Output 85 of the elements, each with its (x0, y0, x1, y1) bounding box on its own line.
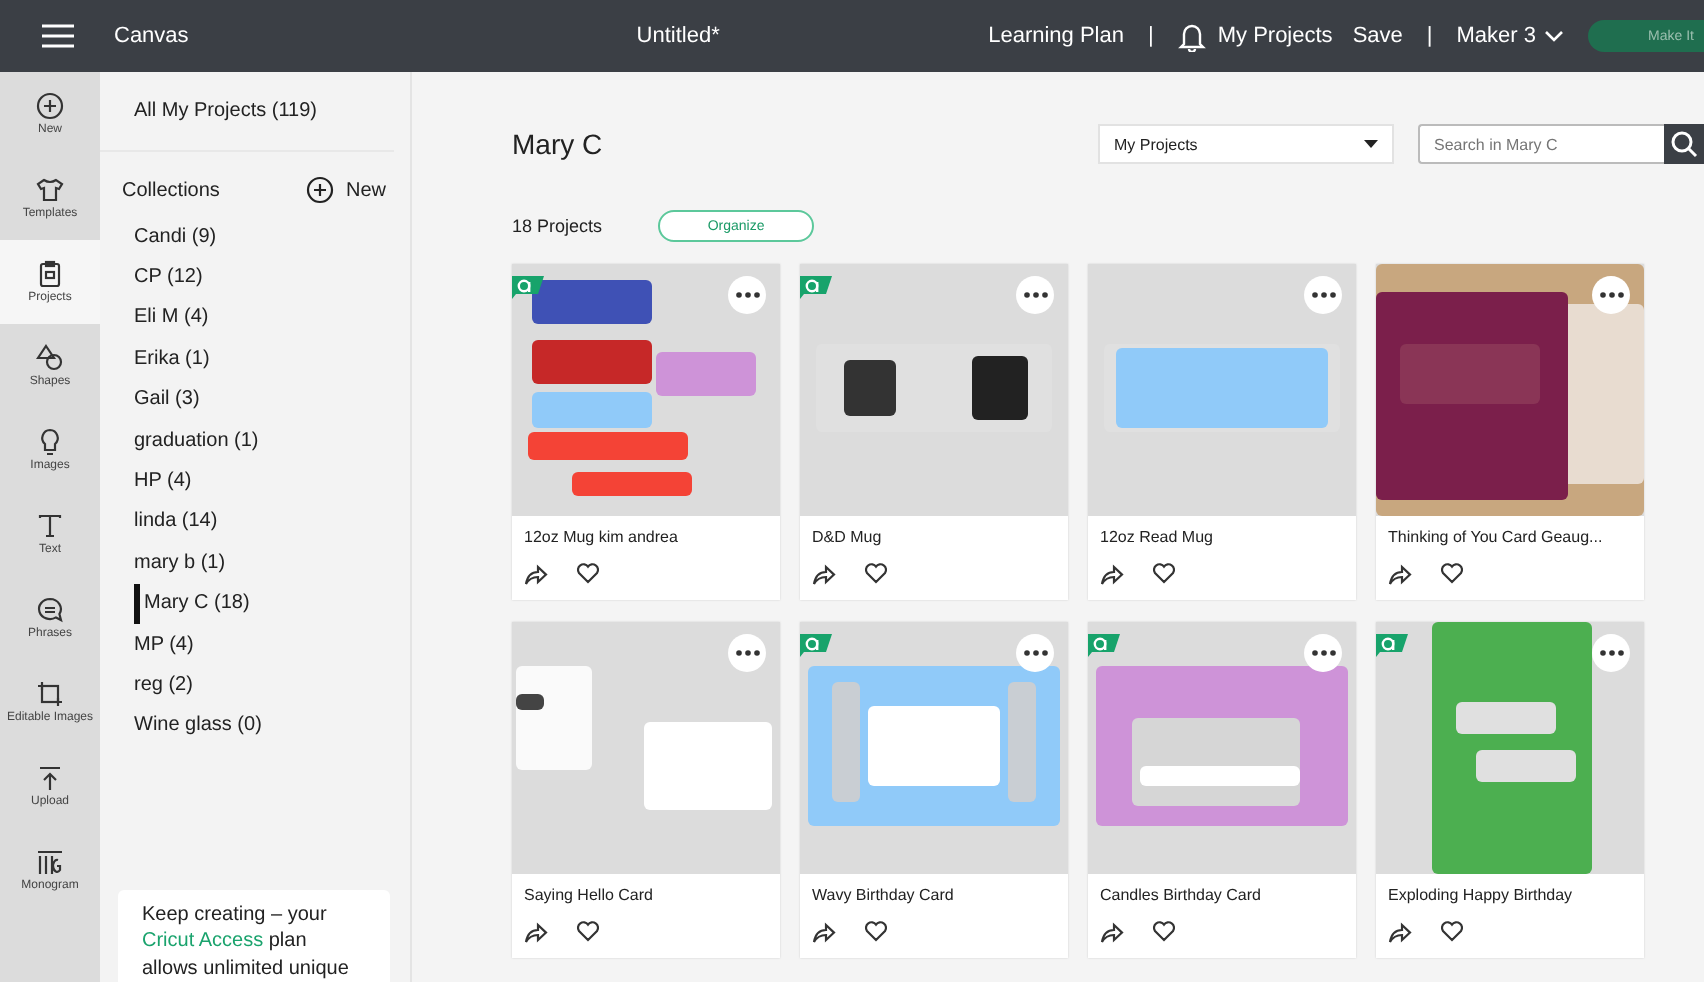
project-card[interactable]: Thinking of You Card Geaug... (1376, 264, 1644, 600)
plus-icon (36, 91, 64, 119)
text-icon (36, 511, 64, 539)
ellipsis-icon (1311, 650, 1335, 656)
all-projects-link[interactable]: All My Projects (119) (100, 72, 394, 152)
shapes-icon (36, 343, 64, 371)
heart-icon[interactable] (864, 562, 888, 584)
share-icon[interactable] (1388, 920, 1412, 944)
heart-icon[interactable] (1152, 562, 1176, 584)
project-count: 18 Projects (512, 216, 603, 236)
project-card[interactable]: D&D Mug (800, 264, 1068, 600)
collection-item[interactable]: reg (2) (100, 664, 410, 706)
search-field[interactable]: Search in Mary C (1418, 124, 1664, 164)
ellipsis-icon (1311, 292, 1335, 298)
my-projects-link[interactable]: My Projects (1217, 24, 1333, 48)
project-card[interactable]: Exploding Happy Birthday (1376, 622, 1644, 958)
project-card[interactable]: Saying Hello Card (512, 622, 780, 958)
lightbulb-icon (36, 427, 64, 455)
ellipsis-icon (735, 650, 759, 656)
collection-item[interactable]: Erika (1) (100, 338, 410, 380)
share-icon[interactable] (812, 562, 836, 586)
collection-title: Mary C (512, 128, 603, 160)
collection-item[interactable]: Candi (9) (100, 216, 410, 257)
ellipsis-icon (1023, 650, 1047, 656)
clipboard-icon (36, 259, 64, 287)
share-icon[interactable] (1100, 562, 1124, 586)
collection-item[interactable]: mary b (1) (100, 542, 410, 584)
promo-text: Keep creating – your Cricut Access plan allows unlimited unique (142, 901, 351, 982)
ellipsis-icon (1599, 650, 1623, 656)
chevron-down-icon (1544, 30, 1564, 42)
search-icon (1670, 130, 1698, 158)
project-name: Candles Birthday Card (1098, 884, 1263, 904)
collection-item[interactable]: HP (4) (100, 460, 410, 502)
collection-item[interactable]: linda (14) (100, 501, 410, 543)
collection-item[interactable]: CP (12) (100, 256, 410, 298)
project-card[interactable]: 12oz Read Mug (1088, 264, 1356, 600)
app-name: Canvas (114, 24, 189, 48)
bell-icon[interactable] (1177, 21, 1206, 51)
project-card[interactable]: Candles Birthday Card (1088, 622, 1356, 958)
share-icon[interactable] (1388, 562, 1412, 586)
share-icon[interactable] (1100, 920, 1124, 944)
project-name: D&D Mug (810, 526, 884, 546)
heart-icon[interactable] (576, 562, 600, 584)
ellipsis-icon (735, 292, 759, 298)
search-button[interactable] (1664, 124, 1704, 164)
separator: | (1147, 24, 1154, 48)
caret-icon (1364, 140, 1378, 148)
learning-plan-link[interactable]: Learning Plan (988, 24, 1124, 48)
menu-icon[interactable] (42, 24, 74, 48)
new-collection-button[interactable]: New (305, 176, 386, 204)
collection-item[interactable]: Wine glass (0) (100, 705, 410, 747)
heart-icon[interactable] (576, 920, 600, 942)
filter-dropdown[interactable]: My Projects (1098, 124, 1394, 164)
upload-icon (36, 763, 64, 791)
ellipsis-icon (1023, 292, 1047, 298)
share-icon[interactable] (524, 562, 548, 586)
share-icon[interactable] (524, 920, 548, 944)
project-name: Wavy Birthday Card (810, 884, 956, 904)
heart-icon[interactable] (1440, 562, 1464, 584)
heart-icon[interactable] (864, 920, 888, 942)
speech-bubble-icon (36, 595, 64, 623)
project-name: 12oz Mug kim andrea (522, 526, 680, 546)
collection-item[interactable]: Gail (3) (100, 379, 410, 420)
heart-icon[interactable] (1440, 920, 1464, 942)
project-name: 12oz Read Mug (1098, 526, 1215, 546)
project-card[interactable]: Wavy Birthday Card (800, 622, 1068, 958)
document-title: Untitled* (636, 24, 720, 48)
collections-heading: Collections (122, 179, 220, 201)
collection-item[interactable]: Mary C (18) (134, 583, 410, 624)
separator: | (1426, 24, 1433, 48)
monogram-icon (36, 847, 64, 875)
project-name: Saying Hello Card (522, 884, 655, 904)
shirt-icon (36, 175, 64, 203)
project-name: Exploding Happy Birthday (1386, 884, 1575, 904)
ellipsis-icon (1599, 292, 1623, 298)
collection-item[interactable]: Eli M (4) (100, 297, 410, 339)
heart-icon[interactable] (1152, 920, 1176, 942)
collection-item[interactable]: MP (4) (100, 623, 410, 665)
project-name: Thinking of You Card Geaug... (1386, 526, 1605, 546)
collection-item[interactable]: graduation (1) (100, 419, 410, 461)
save-button[interactable]: Save (1352, 24, 1403, 48)
plus-icon (305, 176, 334, 204)
share-icon[interactable] (812, 920, 836, 944)
machine-dropdown[interactable]: Maker 3 (1456, 24, 1564, 48)
project-card[interactable]: 12oz Mug kim andrea (512, 264, 780, 600)
